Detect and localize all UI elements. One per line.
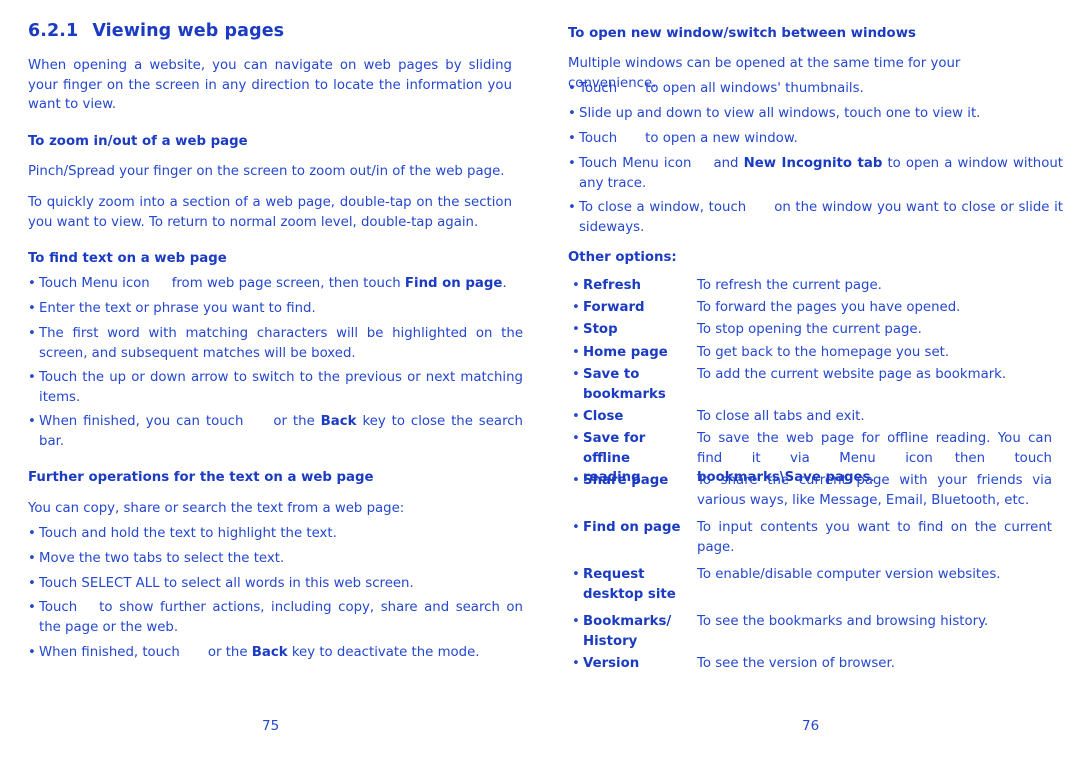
- list-item: Enter the text or phrase you want to fin…: [28, 299, 523, 319]
- zoom-paragraph-2: To quickly zoom into a section of a web …: [28, 195, 512, 230]
- list-item: Touch Menu iconfrom web page screen, the…: [28, 274, 523, 294]
- list-item: Move the two tabs to select the text.: [28, 549, 523, 569]
- windows-heading: To open new window/switch between window…: [568, 26, 916, 41]
- list-item: Slide up and down to view all windows, t…: [568, 104, 1063, 124]
- list-item: Touch the up or down arrow to switch to …: [28, 368, 523, 407]
- further-heading: Further operations for the text on a web…: [28, 470, 374, 485]
- page-number-left: 75: [262, 718, 280, 734]
- other-heading: Other options:: [568, 250, 677, 265]
- page-number-right: 76: [802, 718, 820, 734]
- find-heading: To find text on a web page: [28, 251, 227, 266]
- list-item: The first word with matching characters …: [28, 324, 523, 363]
- list-item: When finished, you can touchor the Back …: [28, 412, 523, 451]
- list-item: Touch and hold the text to highlight the…: [28, 524, 523, 544]
- list-item: To close a window, touchon the window yo…: [568, 198, 1063, 237]
- list-item: Touch Menu iconand New Incognito tab to …: [568, 154, 1063, 193]
- intro-paragraph: When opening a website, you can navigate…: [28, 58, 512, 112]
- list-item: Touchto open all windows' thumbnails.: [568, 79, 1063, 99]
- zoom-paragraph-1: Pinch/Spread your finger on the screen t…: [28, 164, 505, 179]
- list-item: Touch SELECT ALL to select all words in …: [28, 574, 523, 594]
- zoom-heading: To zoom in/out of a web page: [28, 134, 248, 149]
- list-item: Touchto show further actions, including …: [28, 598, 523, 637]
- further-paragraph: You can copy, share or search the text f…: [28, 501, 405, 516]
- section-title: 6.2.1 Viewing web pages: [28, 21, 285, 41]
- list-item: Touchto open a new window.: [568, 129, 1063, 149]
- list-item: When finished, touchor the Back key to d…: [28, 643, 523, 663]
